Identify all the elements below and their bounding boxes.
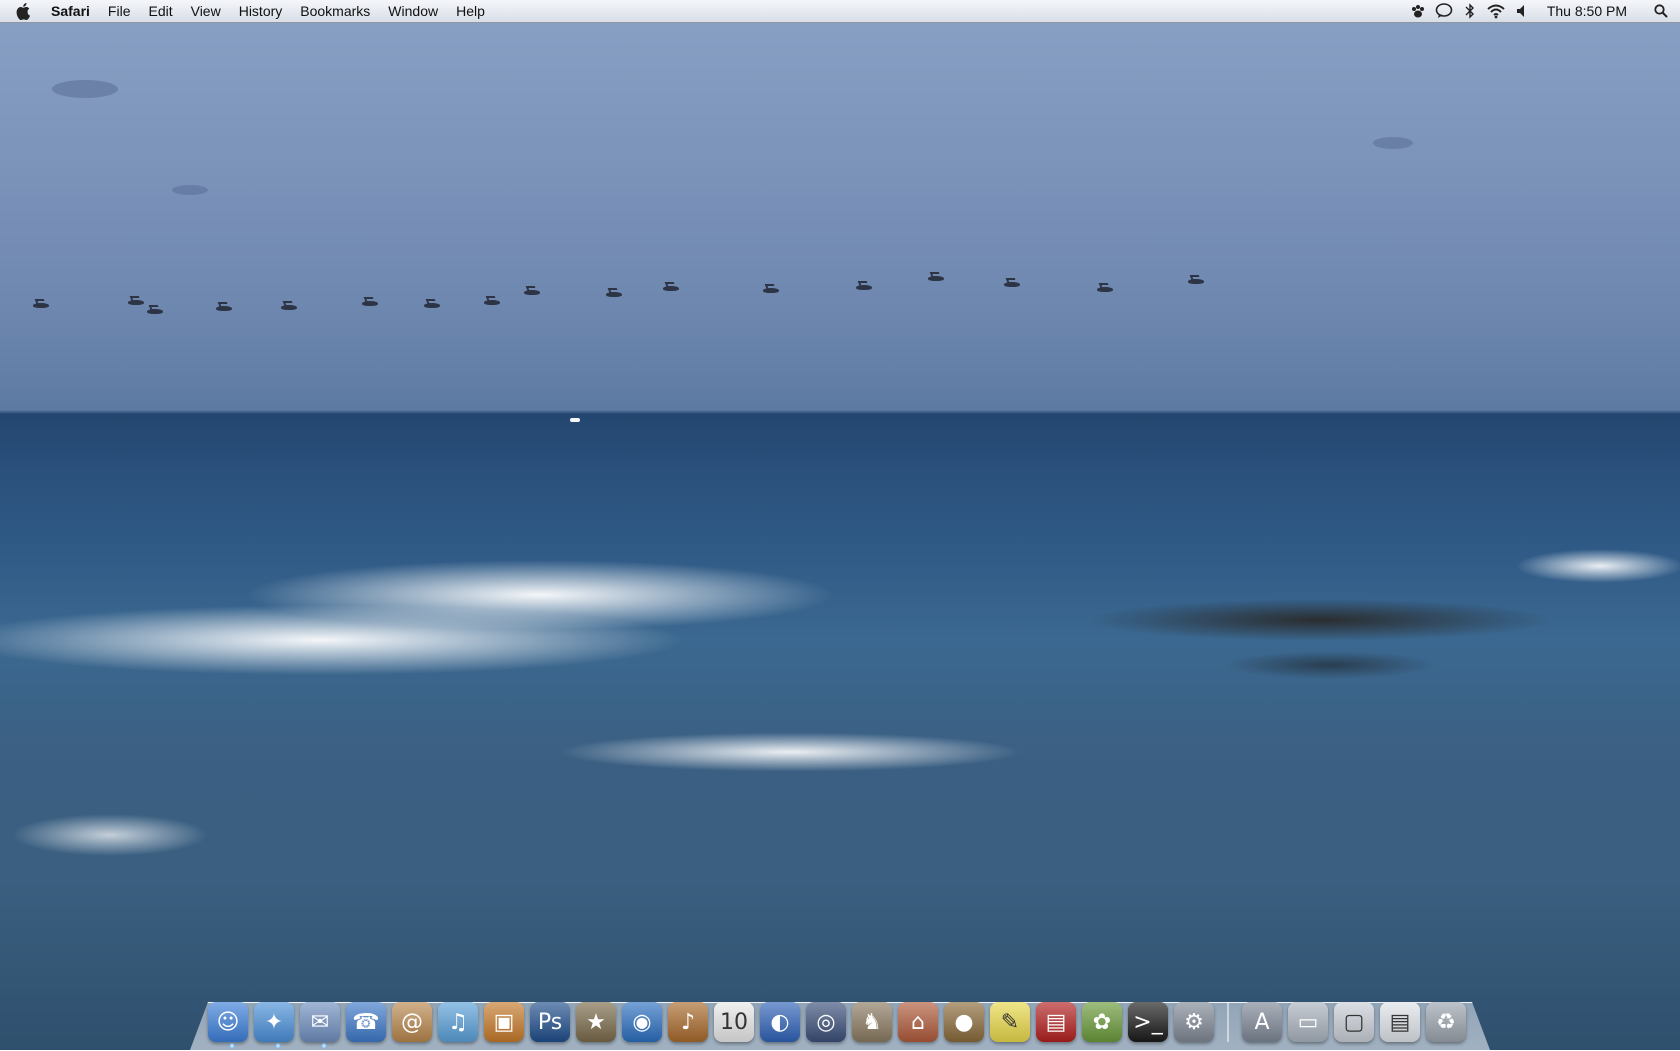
bird [763,288,779,293]
garageband-icon[interactable]: ♪ [668,1002,708,1042]
menu-bookmarks[interactable]: Bookmarks [291,0,379,22]
menu-history[interactable]: History [230,0,292,22]
menu-edit[interactable]: Edit [139,0,181,22]
mail-icon[interactable]: ✉ [300,1002,340,1042]
app-menu[interactable]: Safari [42,0,99,22]
system-preferences-icon[interactable]: ⚙ [1174,1002,1214,1042]
system-preferences-glyph: ⚙ [1184,1009,1204,1035]
bird [484,300,500,305]
address-book-glyph: @ [401,1009,423,1035]
home-app-glyph: ⌂ [911,1009,925,1035]
boat [570,418,580,422]
front-row-icon[interactable]: ▤ [1036,1002,1076,1042]
bird [856,285,872,290]
front-row-glyph: ▤ [1045,1009,1067,1035]
bird [524,290,540,295]
chat-bubble-icon[interactable] [1434,0,1454,22]
downloads-stack-icon[interactable]: ▤ [1380,1002,1420,1042]
running-indicator [229,1043,235,1049]
bird [33,303,49,308]
bird [1004,282,1020,287]
chess-glyph: ♞ [862,1009,882,1035]
dock: ☺ ✦ ✉ ☎ @ ♫ ▣ Ps ★ ◉ ♪ 10 ◐ ◎ ♞ ⌂ ● ✎ ▤ ✿ >_ ⚙ A ▭ ▢ ▤ ♻ [205,986,1469,1042]
address-book-icon[interactable]: @ [392,1002,432,1042]
ical-glyph: 10 [720,1009,748,1035]
adium-glyph: ✿ [1092,1009,1112,1035]
search-icon[interactable] [1650,0,1672,22]
menu-file[interactable]: File [99,0,140,22]
bird [216,306,232,311]
mail-glyph: ✉ [310,1009,330,1035]
bird [424,303,440,308]
bird [1097,287,1113,292]
trash-icon[interactable]: ♻ [1426,1002,1466,1042]
running-indicator [321,1043,327,1049]
dashboard-glyph: ◎ [816,1009,836,1035]
menu-clock[interactable]: Thu 8:50 PM [1535,3,1647,19]
menu-bar: Safari File Edit View History Bookmarks … [0,0,1680,23]
safari-glyph: ✦ [264,1009,284,1035]
applications-stack-icon[interactable]: A [1242,1002,1282,1042]
running-indicator [275,1043,281,1049]
applications-stack-glyph: A [1254,1009,1270,1035]
menu-window[interactable]: Window [379,0,447,22]
ical-icon[interactable]: 10 [714,1002,754,1042]
bird [663,286,679,291]
wifi-icon[interactable] [1486,0,1506,22]
menu-view[interactable]: View [182,0,230,22]
bird [928,276,944,281]
iphoto-icon[interactable]: ▣ [484,1002,524,1042]
safari-icon[interactable]: ✦ [254,1002,294,1042]
chess-icon[interactable]: ♞ [852,1002,892,1042]
finder-icon[interactable]: ☺ [208,1002,248,1042]
bird [362,301,378,306]
ichat-glyph: ☎ [352,1009,380,1035]
growl-paw-icon[interactable] [1408,0,1428,22]
finder-glyph: ☺ [216,1009,240,1035]
google-earth-glyph: ◐ [770,1009,790,1035]
dock-separator [1227,1002,1229,1042]
dashboard-icon[interactable]: ◎ [806,1002,846,1042]
garageband-glyph: ♪ [680,1009,696,1035]
itunes-icon[interactable]: ♫ [438,1002,478,1042]
iphoto-glyph: ▣ [493,1009,515,1035]
bird [281,305,297,310]
adium-icon[interactable]: ✿ [1082,1002,1122,1042]
bird [606,292,622,297]
itunes-glyph: ♫ [448,1009,468,1035]
desktop-wallpaper [0,0,1680,1050]
downloads-stack-glyph: ▤ [1389,1009,1411,1035]
documents-stack-icon[interactable]: ▭ [1288,1002,1328,1042]
photoshop-icon[interactable]: Ps [530,1002,570,1042]
documents-stack-glyph: ▭ [1297,1009,1319,1035]
dvd-player-icon[interactable]: ◉ [622,1002,662,1042]
stickies-icon[interactable]: ✎ [990,1002,1030,1042]
bird [128,300,144,305]
trash-glyph: ♻ [1436,1009,1456,1035]
desktop-stack-icon[interactable]: ▢ [1334,1002,1374,1042]
google-earth-icon[interactable]: ◐ [760,1002,800,1042]
bluetooth-icon[interactable] [1460,0,1480,22]
cloud [172,185,208,195]
menu-help[interactable]: Help [447,0,494,22]
cloud [52,80,118,98]
growl-glyph: ● [954,1009,974,1035]
volume-icon[interactable] [1512,0,1532,22]
terminal-glyph: >_ [1133,1009,1163,1035]
growl-icon[interactable]: ● [944,1002,984,1042]
imovie-glyph: ★ [586,1009,606,1035]
photoshop-glyph: Ps [537,1009,563,1035]
apple-icon[interactable] [0,0,42,22]
ichat-icon[interactable]: ☎ [346,1002,386,1042]
bird [1188,279,1204,284]
home-app-icon[interactable]: ⌂ [898,1002,938,1042]
bird [147,309,163,314]
imovie-icon[interactable]: ★ [576,1002,616,1042]
dvd-player-glyph: ◉ [632,1009,652,1035]
desktop-stack-glyph: ▢ [1343,1009,1365,1035]
terminal-icon[interactable]: >_ [1128,1002,1168,1042]
stickies-glyph: ✎ [1000,1009,1020,1035]
cloud [1373,137,1413,149]
